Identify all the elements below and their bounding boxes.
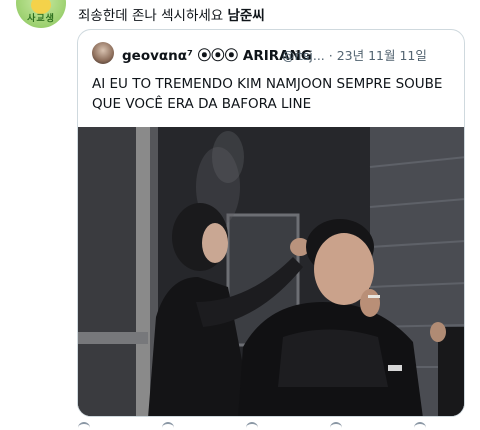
share-icon[interactable] (414, 422, 426, 430)
quoted-post-text: AI EU TO TREMENDO KIM NAMJOON SEMPRE SOU… (92, 76, 443, 112)
quoted-post-header: geovαnα⁷ ⦿⦿⦿ ARIRANG @itsj... · 23년 11월 … (92, 42, 462, 64)
avatar-caption: 사교생 (27, 14, 55, 24)
action-bar-partial (78, 422, 466, 430)
repost-icon[interactable] (162, 422, 174, 430)
quoted-post-card[interactable]: geovαnα⁷ ⦿⦿⦿ ARIRANG @itsj... · 23년 11월 … (77, 29, 465, 417)
user-avatar[interactable]: 사교생 (16, 0, 66, 28)
like-icon[interactable] (246, 422, 258, 430)
reply-text-prefix: 죄송한데 존나 섹시하세요 (78, 8, 224, 24)
quoted-author-avatar[interactable] (92, 42, 114, 64)
quoted-post-photo[interactable] (78, 127, 464, 416)
quoted-author-handle-date[interactable]: @itsj... · 23년 11월 11일 (282, 45, 427, 64)
photo-illustration (78, 127, 464, 416)
reply-text: 죄송한데 존나 섹시하세요 남준씨 (78, 4, 265, 24)
reply-text-name: 남준씨 (227, 8, 265, 24)
reply-icon[interactable] (78, 422, 90, 430)
reply-header: 사교생 죄송한데 존나 섹시하세요 남준씨 (14, 0, 474, 30)
views-icon[interactable] (330, 422, 342, 430)
